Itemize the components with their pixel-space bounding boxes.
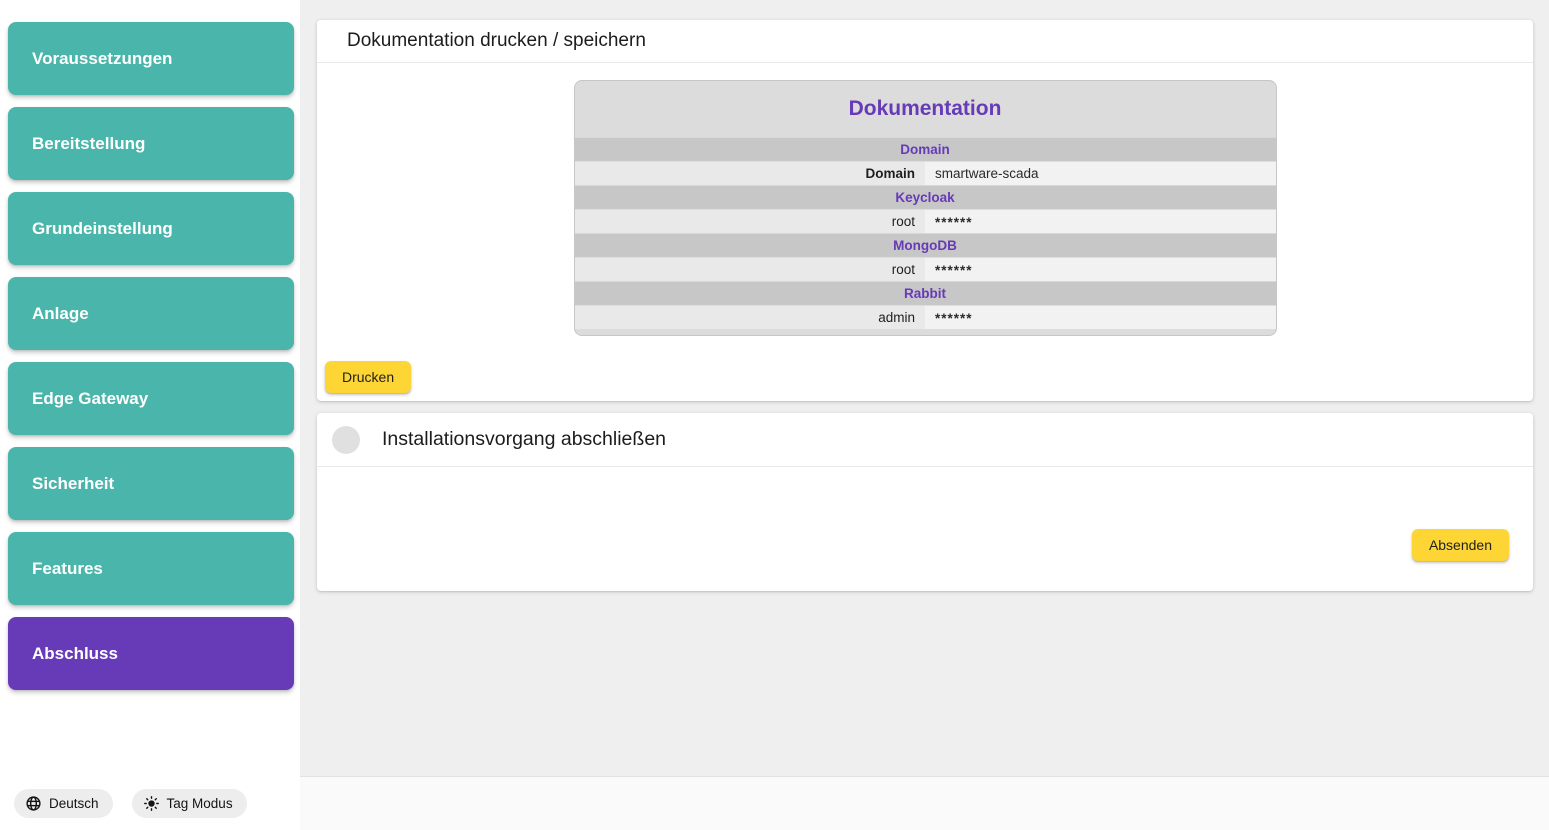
- submit-button[interactable]: Absenden: [1412, 529, 1509, 561]
- doc-section-rabbit: Rabbit: [575, 281, 1276, 305]
- sidebar: Voraussetzungen Bereitstellung Grundeins…: [0, 0, 300, 830]
- doc-row-value: smartware-scada: [925, 162, 1276, 185]
- doc-row-domain: Domain smartware-scada: [575, 161, 1276, 185]
- doc-row-label: admin: [575, 306, 926, 329]
- footer-strip: [300, 776, 1549, 830]
- doc-row-value: ******: [925, 258, 1276, 281]
- documentation-title: Dokumentation: [575, 81, 1276, 137]
- documentation-card-actions: Drucken: [317, 353, 1533, 401]
- sidebar-item-abschluss[interactable]: Abschluss: [8, 617, 294, 690]
- sidebar-item-sicherheit[interactable]: Sicherheit: [8, 447, 294, 520]
- doc-row-mongodb-root: root ******: [575, 257, 1276, 281]
- sidebar-item-grundeinstellung[interactable]: Grundeinstellung: [8, 192, 294, 265]
- sidebar-item-features[interactable]: Features: [8, 532, 294, 605]
- sidebar-item-edge-gateway[interactable]: Edge Gateway: [8, 362, 294, 435]
- doc-row-label: Domain: [575, 162, 926, 185]
- finish-installation-card: Installationsvorgang abschließen Absende…: [317, 413, 1533, 591]
- print-button[interactable]: Drucken: [325, 361, 411, 393]
- doc-row-value: ******: [925, 306, 1276, 329]
- language-chip[interactable]: Deutsch: [14, 789, 113, 818]
- sidebar-item-anlage[interactable]: Anlage: [8, 277, 294, 350]
- doc-row-label: root: [575, 210, 926, 233]
- doc-section-keycloak: Keycloak: [575, 185, 1276, 209]
- documentation-card: Dokumentation drucken / speichern Dokume…: [317, 20, 1533, 401]
- sidebar-footer: Deutsch Tag Modus: [14, 789, 247, 818]
- documentation-card-body: Dokumentation Domain Domain smartware-sc…: [317, 63, 1533, 353]
- language-chip-label: Deutsch: [49, 796, 99, 811]
- theme-mode-chip-label: Tag Modus: [167, 796, 233, 811]
- doc-row-rabbit-admin: admin ******: [575, 305, 1276, 329]
- doc-section-mongodb: MongoDB: [575, 233, 1276, 257]
- wizard-steps-nav: Voraussetzungen Bereitstellung Grundeins…: [0, 0, 300, 690]
- theme-mode-chip[interactable]: Tag Modus: [132, 789, 247, 818]
- sidebar-item-voraussetzungen[interactable]: Voraussetzungen: [8, 22, 294, 95]
- main-content: Dokumentation drucken / speichern Dokume…: [300, 0, 1549, 830]
- sun-icon: [143, 795, 160, 812]
- doc-row-value: ******: [925, 210, 1276, 233]
- finish-installation-title: Installationsvorgang abschließen: [382, 428, 666, 451]
- documentation-summary-table: Dokumentation Domain Domain smartware-sc…: [574, 80, 1277, 336]
- globe-icon: [25, 795, 42, 812]
- doc-row-label: root: [575, 258, 926, 281]
- status-circle-icon: [332, 426, 360, 454]
- finish-installation-header: Installationsvorgang abschließen: [317, 413, 1533, 467]
- doc-row-keycloak-root: root ******: [575, 209, 1276, 233]
- documentation-card-title: Dokumentation drucken / speichern: [317, 20, 1533, 63]
- sidebar-item-bereitstellung[interactable]: Bereitstellung: [8, 107, 294, 180]
- doc-section-domain: Domain: [575, 137, 1276, 161]
